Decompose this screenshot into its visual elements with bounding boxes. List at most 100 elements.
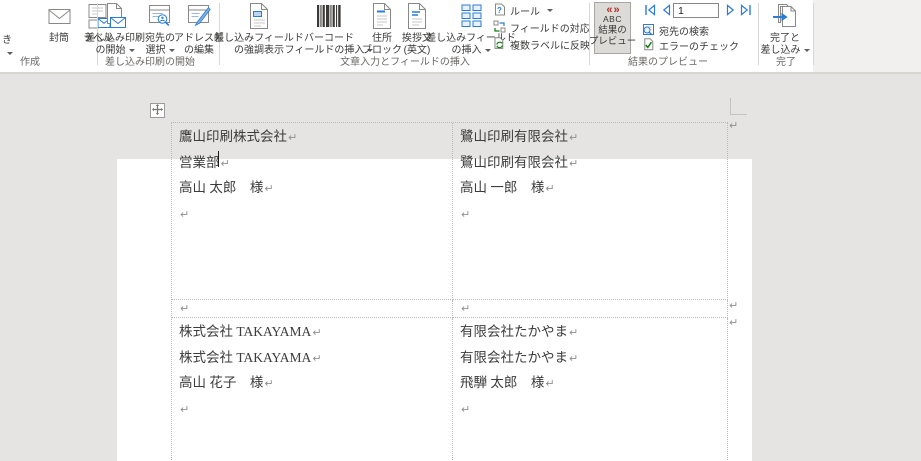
find-recipient-icon <box>642 23 655 39</box>
start-mail-merge-icon <box>101 2 129 32</box>
text-cursor <box>218 151 219 167</box>
empty-line: ↵ <box>179 397 448 423</box>
group-label-write-insert-fields: 文章入力とフィールドの挿入 <box>340 57 470 68</box>
check-errors-button[interactable]: エラーのチェック <box>642 37 739 54</box>
company-line: 株式会社 TAKAYAMA↵ <box>179 324 322 339</box>
margin-corner-mark <box>730 98 747 115</box>
group-separator <box>813 3 814 65</box>
update-labels-icon <box>493 36 506 53</box>
finish-merge-icon <box>771 2 799 32</box>
department-line: 株式会社 TAKAYAMA↵ <box>179 349 322 365</box>
paragraph-mark: ↵ <box>180 207 190 221</box>
dropdown-chevron <box>547 9 553 12</box>
check-errors-icon <box>642 37 655 54</box>
name-line: 高山 花子 様↵ <box>179 375 274 391</box>
previous-record-button[interactable] <box>659 3 673 17</box>
paragraph-mark: ↵ <box>312 351 322 365</box>
ribbon-empty-area <box>813 0 921 72</box>
empty-line: ↵ <box>179 202 448 228</box>
rules-icon: ? <box>493 3 506 19</box>
dropdown-chevron <box>168 48 175 52</box>
svg-text:?: ? <box>497 6 502 15</box>
select-recipients-button[interactable]: 宛先の 選択 <box>142 2 178 64</box>
group-separator <box>758 3 759 65</box>
dropdown-chevron <box>803 48 810 52</box>
insert-barcode-field-button[interactable]: バーコード フィールドの挿入 <box>285 2 374 64</box>
last-record-button[interactable] <box>739 3 753 17</box>
greeting-line-icon <box>404 2 430 32</box>
next-record-button[interactable] <box>724 3 738 17</box>
match-fields-button[interactable]: フィールドの対応 <box>493 20 590 35</box>
dropdown-chevron <box>484 48 491 52</box>
empty-line: ↵ <box>460 397 723 423</box>
hagaki-button[interactable]: き <box>2 31 12 46</box>
word-mailings-window: き 封筒 ラベル 作成 差し込み印刷 の開始 宛先の 選択 アドレス帳 の編集 … <box>0 0 921 461</box>
name-line: 高山 太郎 様↵ <box>179 180 274 196</box>
group-label-start-mail-merge: 差し込み印刷の開始 <box>105 57 195 68</box>
address-block-icon <box>369 2 395 32</box>
department-line: 鷺山印刷有限会社↵ <box>460 154 579 170</box>
spacer-cell-left[interactable]: ↵ <box>172 300 453 318</box>
envelope-button[interactable]: 封筒 <box>40 2 78 64</box>
envelope-icon <box>46 2 73 32</box>
paragraph-mark: ↵ <box>461 302 471 315</box>
preview-results-toggle[interactable]: « » ABC 結果の プレビュー <box>589 2 636 54</box>
ribbon-mailings-tab: き 封筒 ラベル 作成 差し込み印刷 の開始 宛先の 選択 アドレス帳 の編集 … <box>0 0 921 72</box>
paragraph-mark: ↵ <box>545 182 555 196</box>
spacer-cell-right[interactable]: ↵ <box>453 300 728 318</box>
paragraph-mark: ↵ <box>180 402 190 416</box>
insert-merge-field-icon <box>458 2 485 32</box>
label-cell-top-right[interactable]: 鷺山印刷有限会社↵ 鷺山印刷有限会社↵ 高山 一郎 様↵ ↵ <box>453 123 728 300</box>
barcode-icon <box>315 2 343 32</box>
group-label-create: 作成 <box>20 57 40 68</box>
paragraph-mark: ↵ <box>220 156 230 170</box>
label-cell-bottom-left[interactable]: 株式会社 TAKAYAMA↵ 株式会社 TAKAYAMA↵ 高山 花子 様↵ ↵ <box>172 318 453 461</box>
department-line: 営業部↵ <box>179 154 230 170</box>
paragraph-mark: ↵ <box>264 377 274 391</box>
group-separator <box>589 3 590 65</box>
paragraph-mark: ↵ <box>569 131 579 144</box>
move-cross-icon <box>152 102 163 120</box>
previous-record-icon <box>659 4 673 21</box>
paragraph-mark: ↵ <box>569 156 579 170</box>
end-of-row-mark: ↵ <box>729 299 739 312</box>
paragraph-mark: ↵ <box>180 302 190 315</box>
end-of-row-mark: ↵ <box>729 119 739 132</box>
group-label-preview-results: 結果のプレビュー <box>628 57 708 68</box>
label-table: 鷹山印刷株式会社↵ 営業部↵ 高山 太郎 様↵ ↵ 鷺山印刷有限会社↵ 鷺山印刷… <box>171 122 728 461</box>
finish-and-merge-button[interactable]: 完了と 差し込み <box>761 2 810 64</box>
highlight-merge-fields-icon <box>246 2 272 32</box>
edit-recipient-list-icon <box>185 2 213 32</box>
rules-button[interactable]: ? ルール <box>493 3 553 18</box>
hagaki-dropdown-chevron <box>7 52 13 55</box>
paragraph-mark: ↵ <box>312 326 322 339</box>
dropdown-chevron <box>128 48 135 52</box>
label-cell-bottom-right[interactable]: 有限会社たかやま↵ 有限会社たかやま↵ 飛騨 太郎 様↵ ↵ <box>453 318 728 461</box>
paragraph-mark: ↵ <box>461 207 471 221</box>
last-record-icon <box>739 4 753 21</box>
paragraph-mark: ↵ <box>461 402 471 416</box>
next-record-icon <box>724 4 738 21</box>
select-recipients-icon <box>146 2 174 32</box>
empty-line: ↵ <box>460 202 723 228</box>
company-line: 有限会社たかやま↵ <box>460 324 579 339</box>
first-record-button[interactable] <box>643 3 657 17</box>
name-line: 高山 一郎 様↵ <box>460 180 555 196</box>
first-record-icon <box>643 4 657 21</box>
company-line: 鷺山印刷有限会社↵ <box>460 129 579 144</box>
paragraph-mark: ↵ <box>288 131 298 144</box>
paragraph-mark: ↵ <box>569 326 579 339</box>
update-labels-button[interactable]: 複数ラベルに反映 <box>493 36 590 53</box>
end-of-row-mark: ↵ <box>729 316 739 329</box>
paragraph-mark: ↵ <box>569 351 579 365</box>
address-block-button[interactable]: 住所 ブロック <box>362 2 402 64</box>
highlight-merge-fields-button[interactable]: 差し込みフィールド の強調表示 <box>214 2 304 64</box>
table-move-handle[interactable] <box>150 103 165 118</box>
find-recipient-button[interactable]: 宛先の検索 <box>642 23 709 38</box>
group-label-finish: 完了 <box>776 57 796 68</box>
match-fields-icon <box>493 20 506 36</box>
department-line: 有限会社たかやま↵ <box>460 349 579 365</box>
start-mail-merge-button[interactable]: 差し込み印刷 の開始 <box>85 2 145 64</box>
label-cell-top-left[interactable]: 鷹山印刷株式会社↵ 営業部↵ 高山 太郎 様↵ ↵ <box>172 123 453 300</box>
record-number-input[interactable] <box>673 3 719 18</box>
